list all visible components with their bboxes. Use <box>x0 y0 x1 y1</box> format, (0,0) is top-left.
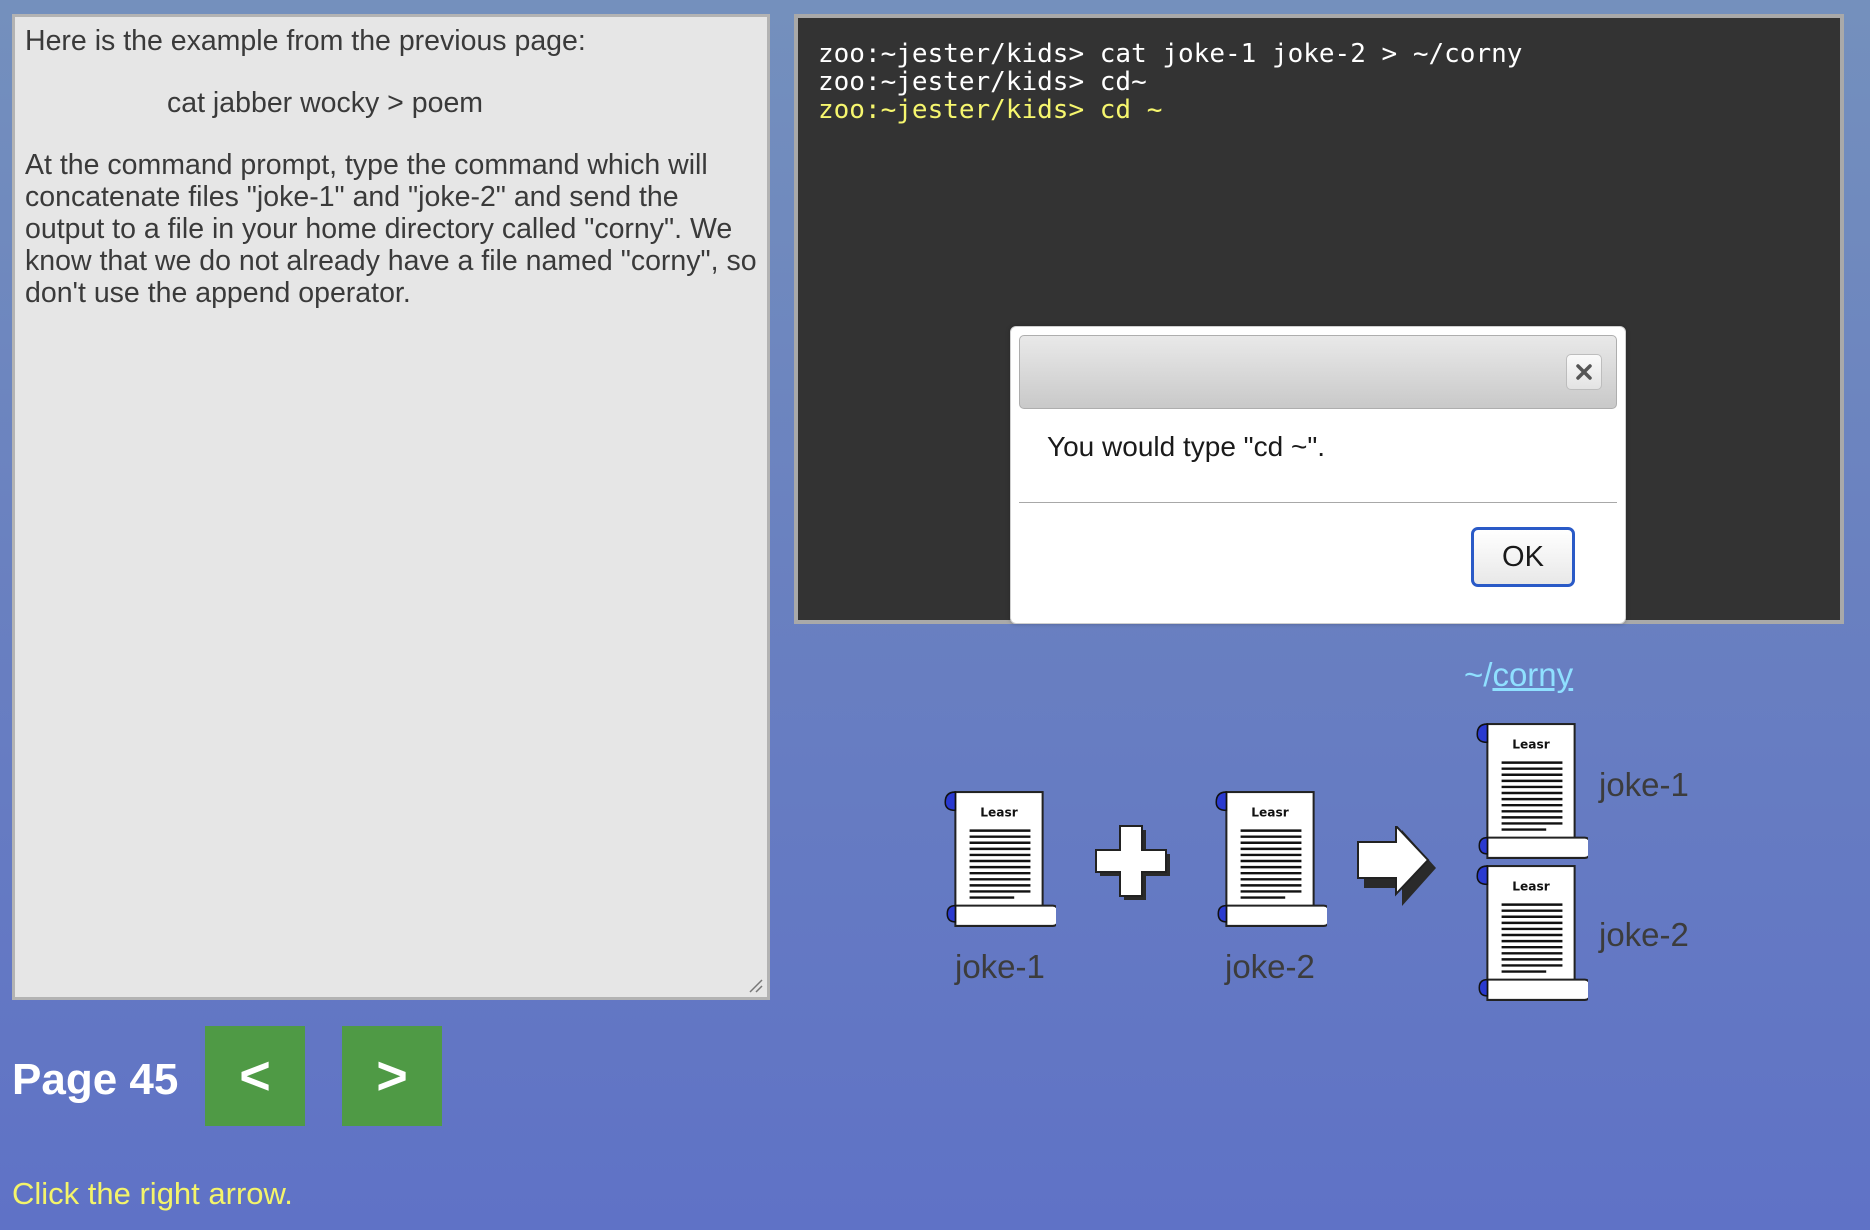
example-command: cat jabber wocky > poem <box>167 87 484 119</box>
next-page-button[interactable]: > <box>342 1026 442 1126</box>
source-file-label: joke-2 <box>1225 948 1315 985</box>
output-file-label: joke-1 <box>1599 766 1689 803</box>
instruction-panel: Here is the example from the previous pa… <box>12 14 770 1000</box>
resize-grip-icon[interactable] <box>747 977 763 993</box>
alert-dialog: You would type "cd ~". OK <box>1010 326 1626 624</box>
source-file-label: joke-1 <box>955 948 1045 985</box>
hint-text: Click the right arrow. <box>12 1176 293 1211</box>
terminal-line: zoo:~jester/kids> cd~ <box>818 67 1147 97</box>
corny-link-prefix: ~/ <box>1464 656 1493 693</box>
prev-page-button[interactable]: < <box>205 1026 305 1126</box>
close-icon[interactable] <box>1566 354 1602 390</box>
terminal-current-line[interactable]: zoo:~jester/kids> cd ~ <box>818 96 1820 124</box>
dialog-titlebar <box>1019 335 1617 409</box>
file-scroll-icon <box>1474 720 1588 862</box>
dialog-message: You would type "cd ~". <box>1047 431 1326 462</box>
ok-button[interactable]: OK <box>1471 527 1575 587</box>
instruction-intro: Here is the example from the previous pa… <box>25 25 586 57</box>
corny-link[interactable]: ~/corny <box>1464 656 1573 694</box>
output-file-label: joke-2 <box>1599 916 1689 953</box>
file-scroll-icon <box>942 788 1056 930</box>
file-scroll-icon <box>1213 788 1327 930</box>
dialog-divider <box>1019 502 1617 503</box>
page-number: Page 45 <box>12 1055 179 1104</box>
instruction-task: At the command prompt, type the command … <box>25 149 757 309</box>
corny-link-name: corny <box>1492 656 1574 693</box>
terminal-line: zoo:~jester/kids> cat joke-1 joke-2 > ~/… <box>818 39 1523 69</box>
right-arrow-icon <box>1357 826 1436 906</box>
plus-icon <box>1095 825 1170 900</box>
file-scroll-icon <box>1474 862 1588 1004</box>
